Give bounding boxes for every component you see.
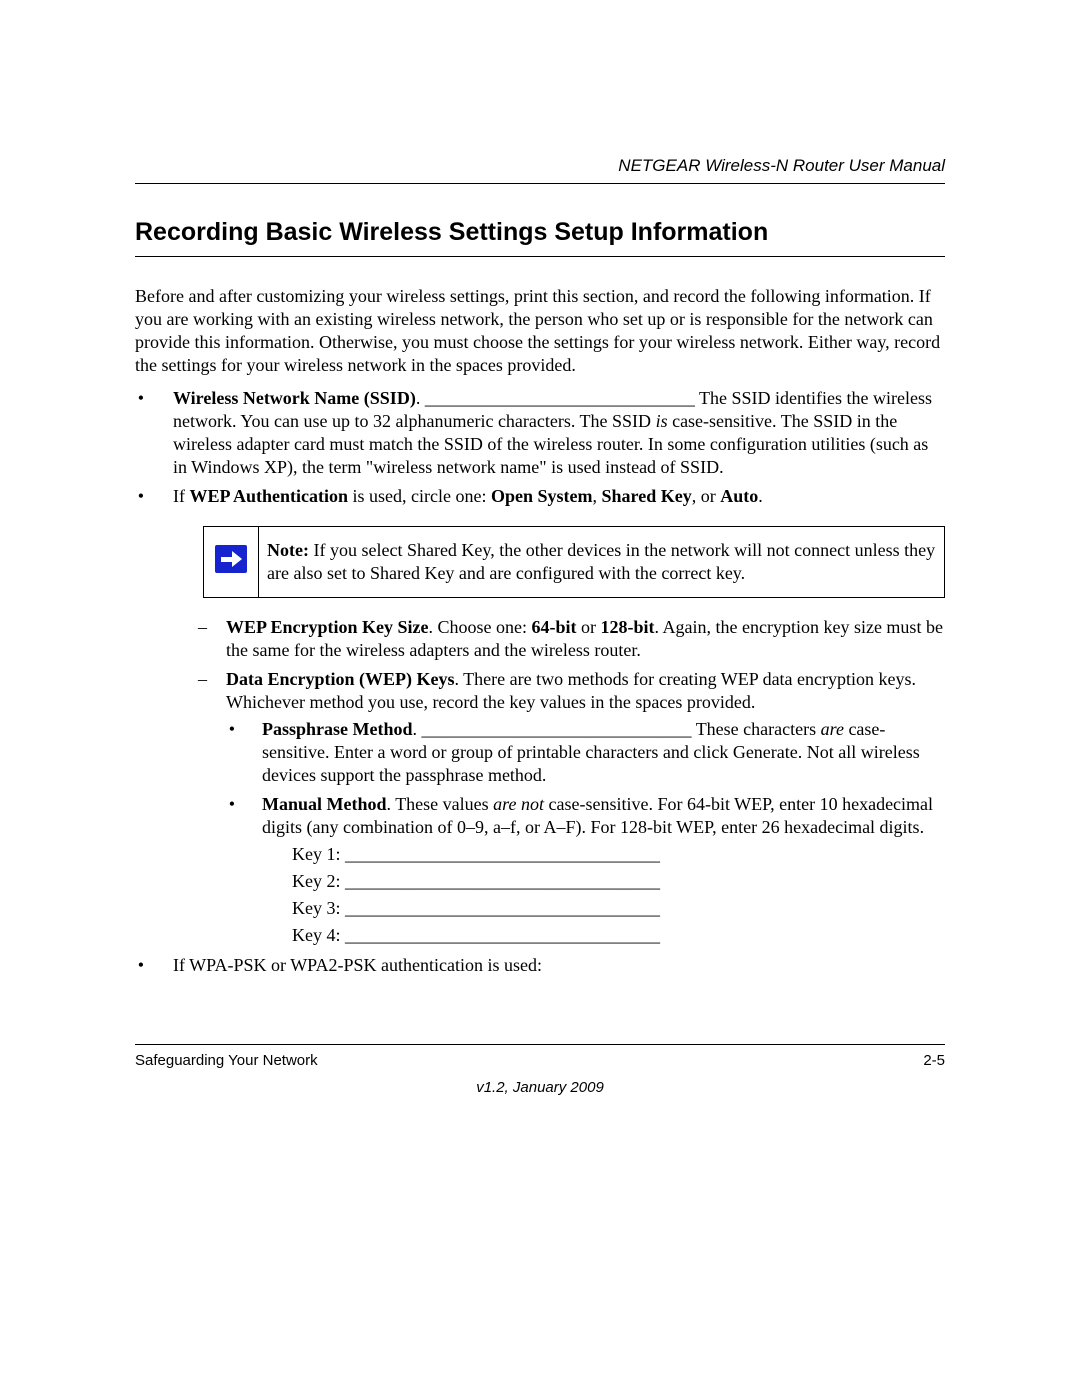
footer-page-number: 2-5	[923, 1051, 945, 1070]
note-label: Note:	[267, 540, 309, 560]
key-1: Key 1: _________________________________…	[292, 843, 945, 866]
key-4: Key 4: _________________________________…	[292, 924, 945, 947]
methods-list: Passphrase Method. _____________________…	[226, 718, 945, 947]
passphrase-blank: ______________________________	[422, 719, 692, 739]
manual-pre: . These values	[387, 794, 494, 814]
key-lines: Key 1: _________________________________…	[292, 843, 945, 947]
wep-sublist: WEP Encryption Key Size. Choose one: 64-…	[173, 616, 945, 947]
passphrase-item: Passphrase Method. _____________________…	[244, 718, 945, 787]
wep-auth-label: WEP Authentication	[190, 486, 349, 506]
wep-size-or: or	[577, 617, 601, 637]
wep-opt-shared: Shared Key	[602, 486, 692, 506]
wep-prefix: If	[173, 486, 190, 506]
wep-opt-auto: Auto	[720, 486, 758, 506]
passphrase-label: Passphrase Method	[262, 719, 413, 739]
wep-size-64: 64-bit	[532, 617, 577, 637]
passphrase-tail1: These characters	[692, 719, 821, 739]
manual-item: Manual Method. These values are not case…	[244, 793, 945, 947]
wep-size-label: WEP Encryption Key Size	[226, 617, 429, 637]
manual-page: NETGEAR Wireless-N Router User Manual Re…	[0, 0, 1080, 1397]
note-icon-cell	[204, 527, 259, 598]
wep-size-128: 128-bit	[601, 617, 655, 637]
passphrase-are: are	[821, 719, 844, 739]
arrow-right-icon	[215, 545, 247, 573]
ssid-blank: ______________________________	[425, 388, 695, 408]
note-text: If you select Shared Key, the other devi…	[267, 540, 935, 583]
ssid-is: is	[656, 411, 668, 431]
wep-keys-label: Data Encryption (WEP) Keys	[226, 669, 455, 689]
wep-opt-open: Open System	[491, 486, 593, 506]
ssid-item: Wireless Network Name (SSID). __________…	[153, 387, 945, 479]
section-heading: Recording Basic Wireless Settings Setup …	[135, 216, 945, 257]
manual-arenot: are not	[493, 794, 544, 814]
page-header: NETGEAR Wireless-N Router User Manual	[135, 155, 945, 184]
wpa-item: If WPA-PSK or WPA2-PSK authentication is…	[153, 954, 945, 977]
note-text-cell: Note: If you select Shared Key, the othe…	[259, 527, 945, 598]
wep-mid: is used, circle one:	[348, 486, 491, 506]
footer-version: v1.2, January 2009	[135, 1078, 945, 1097]
manual-label: Manual Method	[262, 794, 387, 814]
top-bullet-list: Wireless Network Name (SSID). __________…	[135, 387, 945, 977]
intro-paragraph: Before and after customizing your wirele…	[135, 285, 945, 377]
key-2: Key 2: _________________________________…	[292, 870, 945, 893]
ssid-label: Wireless Network Name (SSID)	[173, 388, 416, 408]
key-3: Key 3: _________________________________…	[292, 897, 945, 920]
footer-left: Safeguarding Your Network	[135, 1051, 318, 1070]
note-box: Note: If you select Shared Key, the othe…	[203, 526, 945, 598]
wep-size-mid: . Choose one:	[429, 617, 532, 637]
wep-auth-item: If WEP Authentication is used, circle on…	[153, 485, 945, 948]
wep-keys-item: Data Encryption (WEP) Keys. There are tw…	[198, 668, 945, 947]
page-footer: Safeguarding Your Network 2-5 v1.2, Janu…	[135, 1044, 945, 1097]
wep-size-item: WEP Encryption Key Size. Choose one: 64-…	[198, 616, 945, 662]
